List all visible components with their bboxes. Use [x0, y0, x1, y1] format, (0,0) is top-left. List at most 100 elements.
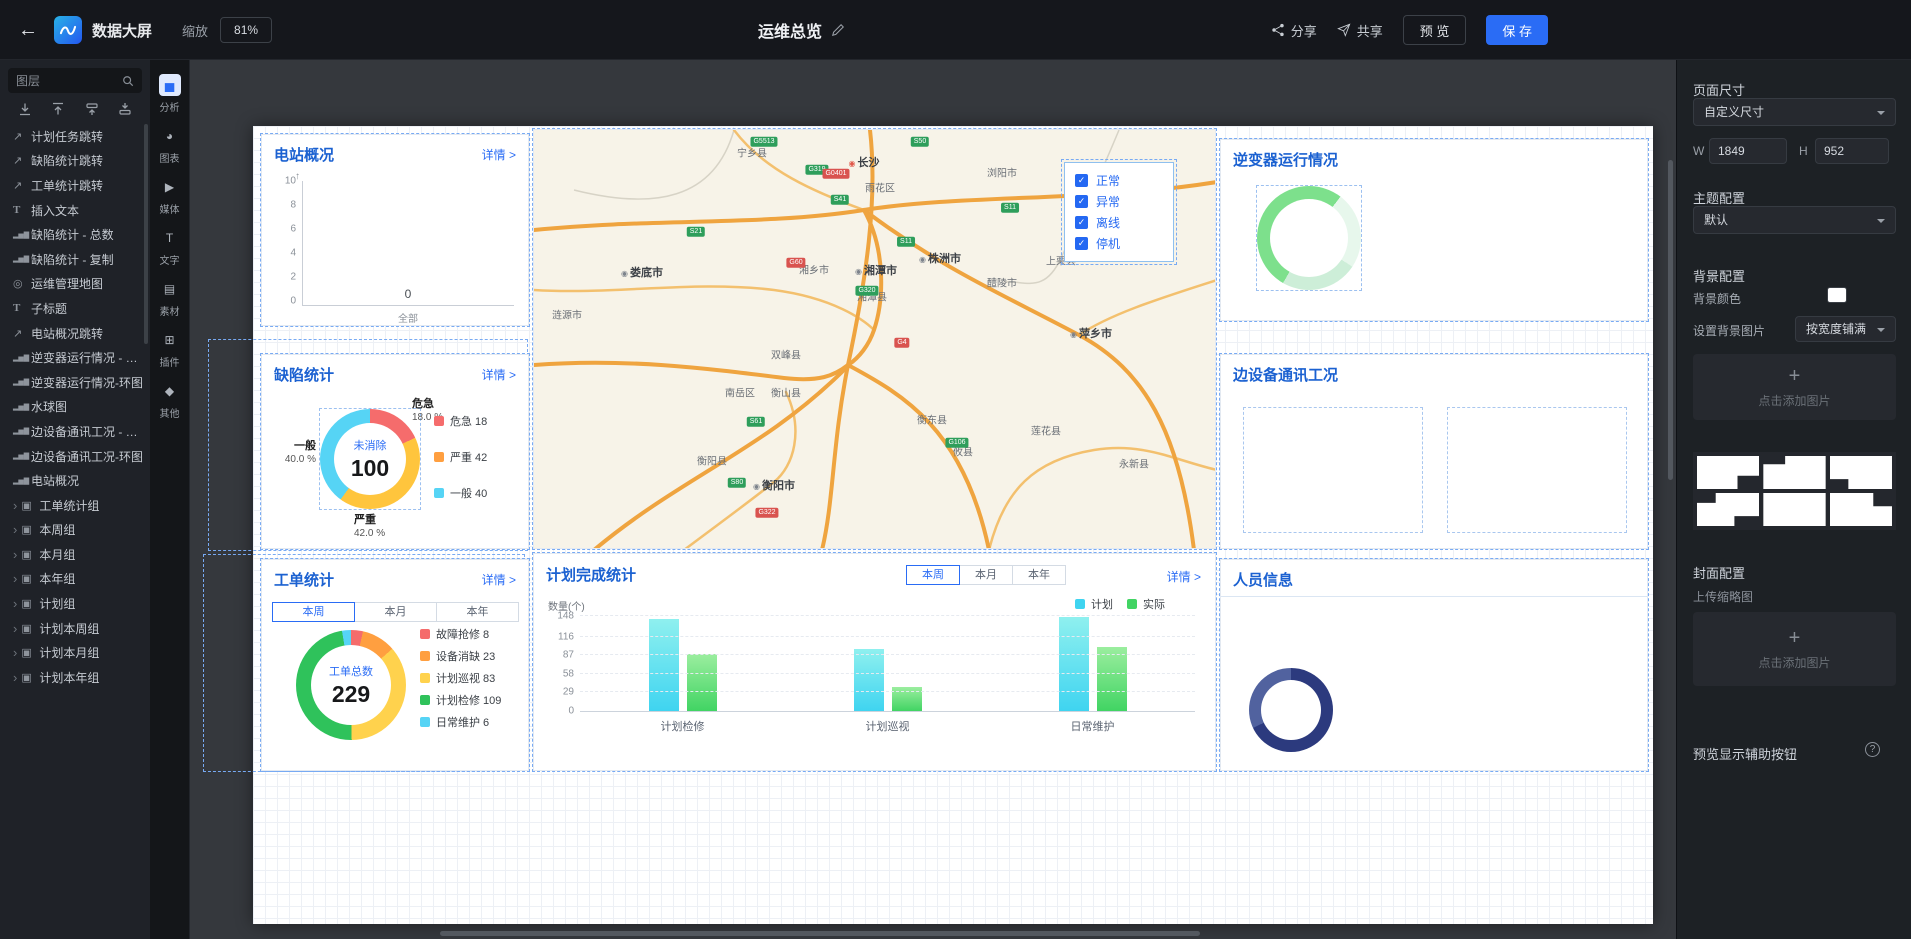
layer-item[interactable]: › ▣ 本年组 [0, 567, 150, 592]
cover-thumbnail[interactable] [1829, 456, 1892, 489]
plan-completion-panel[interactable]: 计划完成统计 本周 本月 本年 详情 > 计划 实际 数量(个) 0 29 58 87 116… [532, 552, 1217, 772]
cover-thumbnail[interactable] [1697, 456, 1760, 489]
detail-link[interactable]: 详情 > [1167, 568, 1201, 585]
page-size-select[interactable]: 自定义尺寸 [1693, 98, 1896, 126]
preview-button[interactable]: 预 览 [1402, 15, 1467, 45]
move-to-bottom-icon[interactable] [18, 102, 32, 116]
expand-chevron-icon[interactable]: › [13, 572, 17, 585]
share-button[interactable]: 分享 [1271, 21, 1317, 40]
canvas[interactable]: 电站概况 详情 > ↑ 10 8 6 4 2 0 0 全部 宁乡县 ◉ 长沙 浏… [190, 60, 1676, 939]
save-button[interactable]: 保 存 [1486, 15, 1548, 45]
tab-本年[interactable]: 本年 [1012, 565, 1066, 585]
layer-item[interactable]: › ▣ 计划本周组 [0, 616, 150, 641]
background-color-swatch[interactable] [1827, 287, 1847, 303]
expand-chevron-icon[interactable]: › [13, 646, 17, 659]
tab-本月[interactable]: 本月 [959, 565, 1013, 585]
layer-item[interactable]: T 插入文本 [0, 198, 150, 223]
layer-item[interactable]: ▂▅▇ 逆变器运行情况 - 总数 [0, 345, 150, 370]
tab-本年[interactable]: 本年 [436, 602, 519, 622]
detail-link[interactable]: 详情 > [482, 366, 516, 383]
bar-实际[interactable] [686, 653, 717, 711]
expand-chevron-icon[interactable]: › [13, 523, 17, 536]
layer-item[interactable]: ▂▅▇ 缺陷统计 - 复制 [0, 247, 150, 272]
layer-item[interactable]: › ▣ 计划本月组 [0, 640, 150, 665]
tab-本周[interactable]: 本周 [906, 565, 960, 585]
layer-item[interactable]: T 子标题 [0, 296, 150, 321]
zoom-input[interactable]: 81% [220, 17, 273, 43]
move-down-icon[interactable] [118, 102, 132, 116]
edge-device-panel[interactable]: 边设备通讯工况 [1219, 353, 1649, 550]
station-overview-panel[interactable]: 电站概况 详情 > ↑ 10 8 6 4 2 0 0 全部 [260, 133, 530, 327]
layer-item[interactable]: ▂▅▇ 逆变器运行情况-环图 [0, 370, 150, 395]
checkbox-checked-icon[interactable]: ✓ [1075, 195, 1088, 208]
expand-chevron-icon[interactable]: › [13, 597, 17, 610]
height-input[interactable]: 952 [1815, 138, 1889, 164]
move-up-icon[interactable] [85, 102, 99, 116]
theme-select[interactable]: 默认 [1693, 206, 1896, 234]
workorder-donut-wrap[interactable]: 工单总数 229 [296, 630, 406, 740]
inverter-donut-wrap[interactable] [1256, 185, 1362, 291]
layer-item[interactable]: ↗ 缺陷统计跳转 [0, 149, 150, 174]
background-image-mode-select[interactable]: 按宽度铺满 [1795, 316, 1896, 342]
widget-tab-7[interactable]: ◆ 其他 [150, 374, 190, 425]
tab-本周[interactable]: 本周 [272, 602, 355, 622]
checkbox-checked-icon[interactable]: ✓ [1075, 174, 1088, 187]
bar-计划[interactable] [1058, 617, 1089, 711]
map-legend-item[interactable]: ✓ 停机 [1075, 233, 1163, 254]
layer-item[interactable]: ↗ 计划任务跳转 [0, 124, 150, 149]
add-cover-image-button[interactable]: + 点击添加图片 [1693, 612, 1896, 686]
cover-thumbnail[interactable] [1697, 493, 1760, 526]
expand-chevron-icon[interactable]: › [13, 499, 17, 512]
coshare-button[interactable]: 共享 [1336, 21, 1383, 40]
expand-chevron-icon[interactable]: › [13, 622, 17, 635]
detail-link[interactable]: 详情 > [482, 571, 516, 588]
layer-item[interactable]: ▂▅▇ 缺陷统计 - 总数 [0, 222, 150, 247]
edit-title-icon[interactable] [831, 23, 845, 37]
canvas-horizontal-scrollbar[interactable] [440, 931, 1200, 936]
search-icon[interactable] [122, 75, 134, 87]
workorder-stats-panel[interactable]: 工单统计 详情 > 本周 本月 本年 工单总数 229 故障抢修 8 设备消缺 23 计… [260, 558, 530, 772]
layers-scrollbar[interactable] [144, 124, 148, 344]
map-legend-item[interactable]: ✓ 正常 [1075, 170, 1163, 191]
widget-tab-2[interactable]: ◕ 图表 [150, 119, 190, 170]
checkbox-checked-icon[interactable]: ✓ [1075, 237, 1088, 250]
bar-计划[interactable] [648, 619, 679, 711]
width-input[interactable]: 1849 [1709, 138, 1787, 164]
widget-tab-4[interactable]: T 文字 [150, 221, 190, 272]
widget-tab-5[interactable]: ▤ 素材 [150, 272, 190, 323]
defect-stats-panel[interactable]: 缺陷统计 详情 > 未消除 100 危急 18.0 % 严重 42.0 % 一般… [260, 353, 530, 550]
detail-link[interactable]: 详情 > [482, 146, 516, 163]
tab-本月[interactable]: 本月 [354, 602, 437, 622]
inverter-status-panel[interactable]: 逆变器运行情况 [1219, 138, 1649, 322]
map-legend-item[interactable]: ✓ 离线 [1075, 212, 1163, 233]
widget-tab-3[interactable]: ▶ 媒体 [150, 170, 190, 221]
operations-map-panel[interactable]: 宁乡县长沙浏阳市雨花区湘潭市株洲市湘乡市湘潭县娄底市涟源市双峰县上栗县醴陵市萍乡… [532, 128, 1217, 550]
bar-实际[interactable] [1096, 646, 1127, 711]
layer-item[interactable]: › ▣ 计划组 [0, 591, 150, 616]
layer-search-input[interactable]: 图层 [8, 68, 142, 93]
layer-item[interactable]: › ▣ 本月组 [0, 542, 150, 567]
layer-item[interactable]: › ▣ 计划本年组 [0, 665, 150, 690]
move-to-top-icon[interactable] [51, 102, 65, 116]
widget-tab-1[interactable]: ▅ 分析 [150, 68, 190, 119]
layer-item[interactable]: › ▣ 工单统计组 [0, 493, 150, 518]
help-icon[interactable]: ? [1865, 742, 1880, 757]
canvas-vertical-scrollbar[interactable] [1668, 160, 1673, 480]
layer-item[interactable]: ▂▅▇ 边设备通讯工况 - 总数 [0, 419, 150, 444]
dashboard-sheet[interactable]: 电站概况 详情 > ↑ 10 8 6 4 2 0 0 全部 宁乡县 ◉ 长沙 浏… [203, 126, 1653, 924]
layer-item[interactable]: ▂▅▇ 边设备通讯工况-环图 [0, 444, 150, 469]
back-button[interactable]: ← [18, 19, 38, 42]
expand-chevron-icon[interactable]: › [13, 548, 17, 561]
personnel-info-panel[interactable]: 人员信息 [1219, 558, 1649, 772]
bar-计划[interactable] [853, 648, 884, 711]
add-background-image-button[interactable]: + 点击添加图片 [1693, 354, 1896, 420]
layer-item[interactable]: ↗ 电站概况跳转 [0, 321, 150, 346]
map-legend-item[interactable]: ✓ 异常 [1075, 191, 1163, 212]
defect-donut-wrap[interactable]: 未消除 100 [319, 408, 421, 510]
layer-item[interactable]: ▂▅▇ 电站概况 [0, 468, 150, 493]
layer-item[interactable]: › ▣ 本周组 [0, 518, 150, 543]
layer-item[interactable]: ◎ 运维管理地图 [0, 272, 150, 297]
cover-thumbnail[interactable] [1829, 493, 1892, 526]
expand-chevron-icon[interactable]: › [13, 671, 17, 684]
cover-thumbnail[interactable] [1763, 456, 1826, 489]
